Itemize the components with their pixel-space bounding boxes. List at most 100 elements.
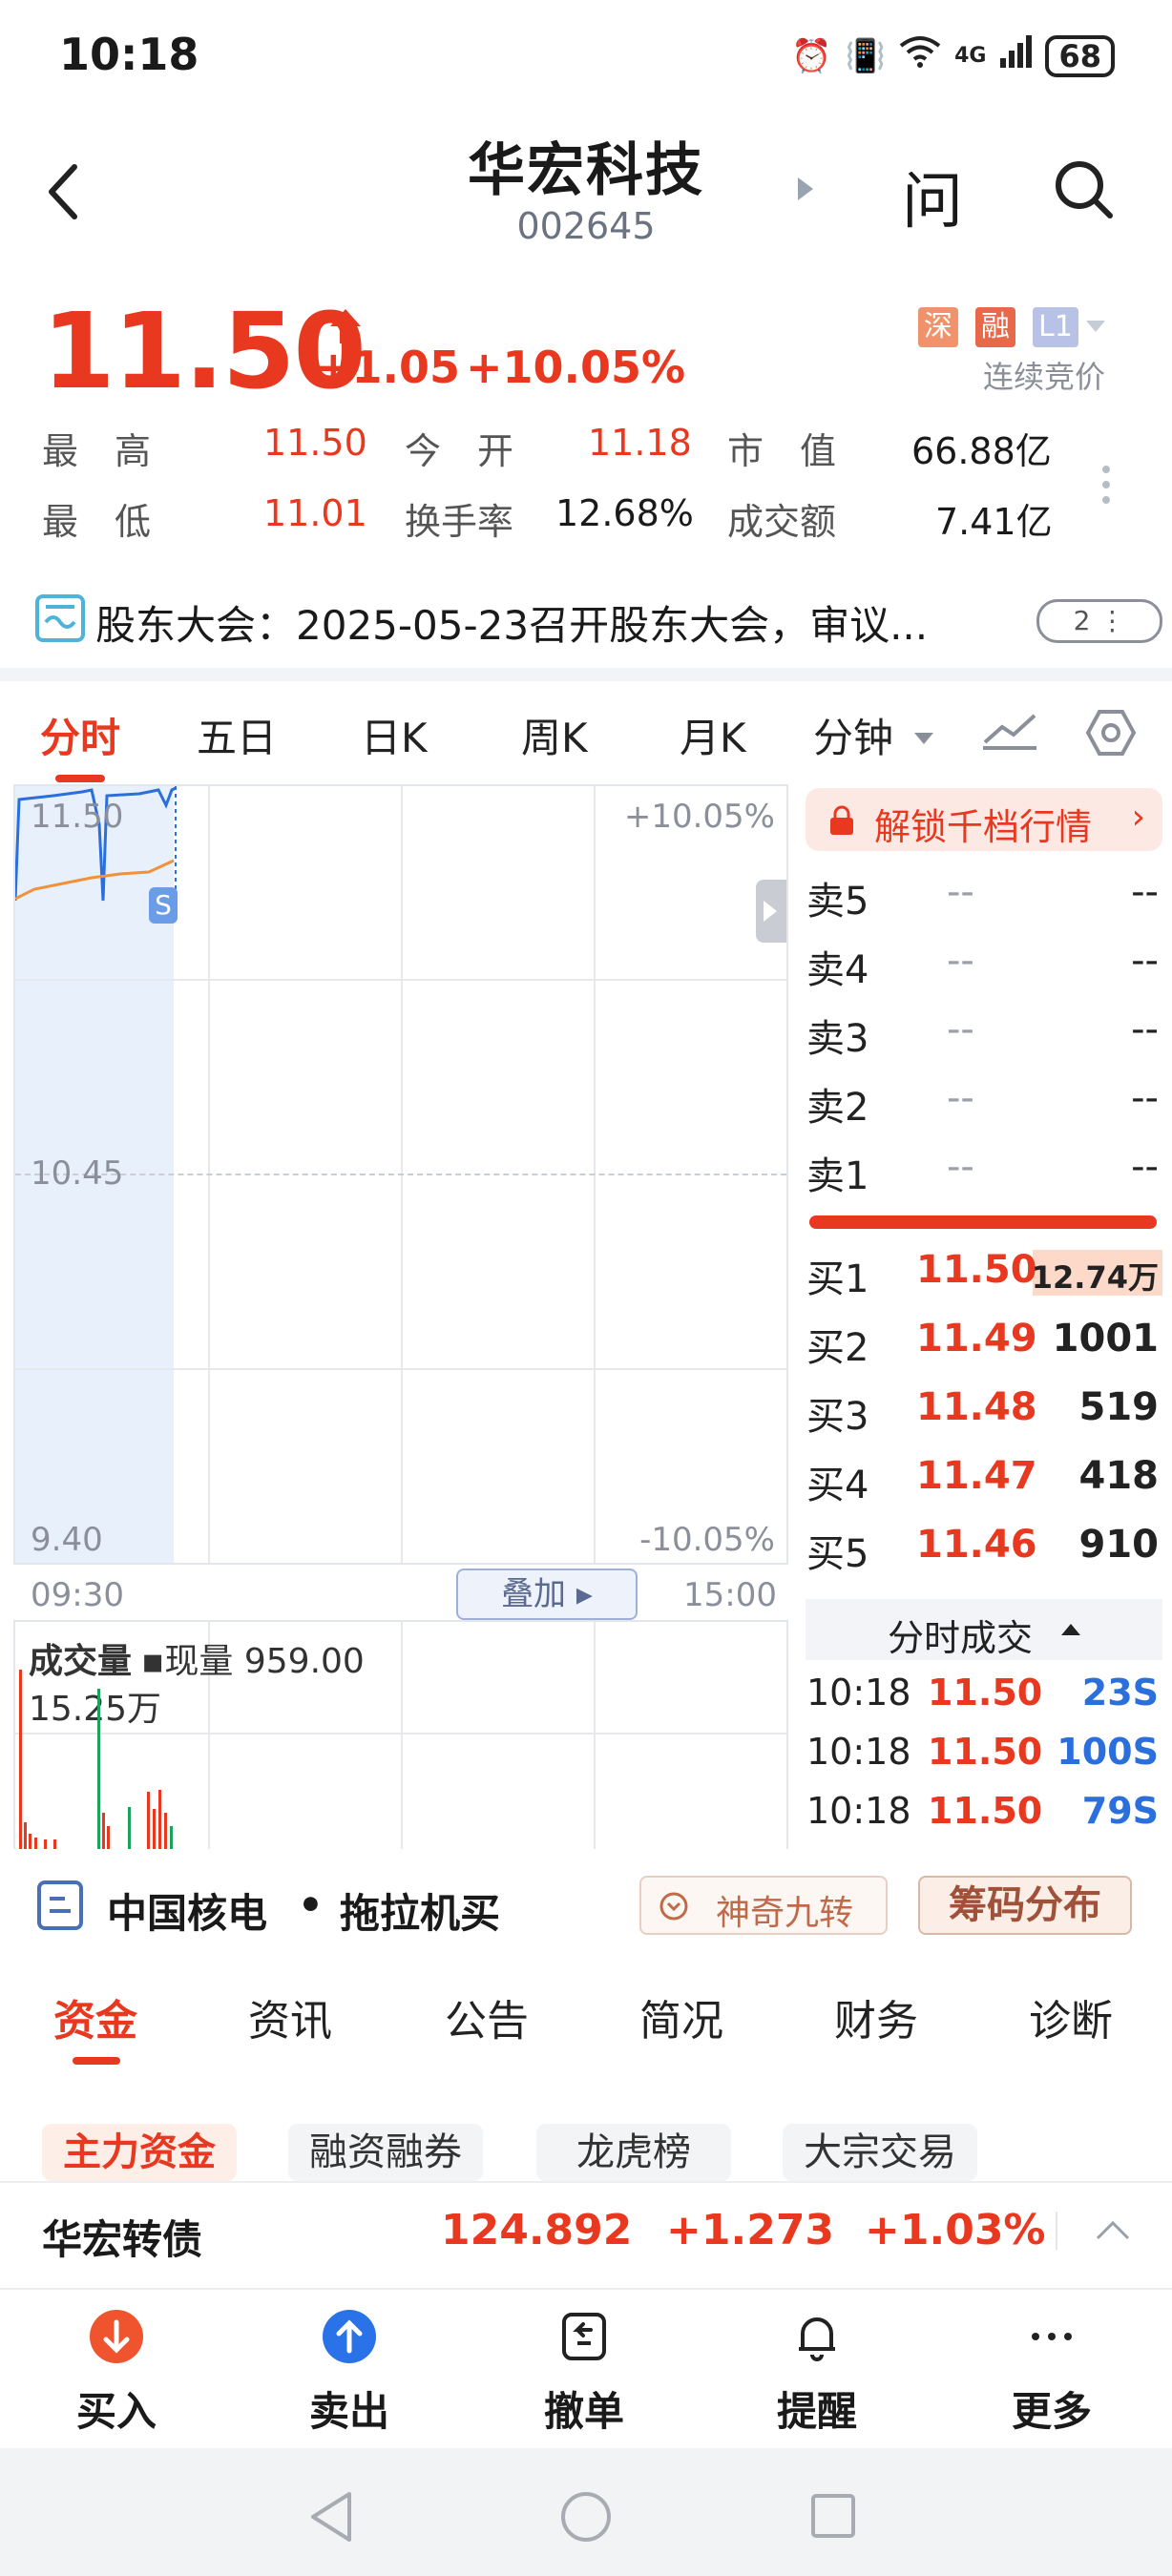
more-stats-icon[interactable] <box>1102 458 1112 511</box>
spread-bar <box>809 1215 1157 1229</box>
tab-news[interactable]: 资讯 <box>248 1986 332 2047</box>
current-volume-value: 现量 959.00 <box>164 1642 365 1681</box>
tab-weekly-k[interactable]: 周K <box>521 706 588 764</box>
expand-handle[interactable] <box>756 880 786 943</box>
ask-price: -- <box>947 1008 974 1051</box>
price-line-chart <box>15 786 177 902</box>
indicator-settings-icon[interactable] <box>981 710 1038 752</box>
sell-marker[interactable]: S <box>149 887 178 924</box>
open-value: 11.18 <box>588 422 692 464</box>
ask-label: 卖2 <box>806 1086 869 1130</box>
divider <box>0 2288 1172 2290</box>
ask-volume: -- <box>1131 939 1159 983</box>
buy-button[interactable]: 买入 <box>40 2309 193 2438</box>
turnover-label: 换手率 <box>405 501 514 543</box>
trade-price: 11.50 <box>928 1672 1043 1714</box>
bid-label: 买4 <box>806 1464 869 1507</box>
ask-label: 卖3 <box>806 1017 869 1061</box>
tab-five-day[interactable]: 五日 <box>197 706 277 764</box>
bid-price: 11.49 <box>916 1317 1037 1361</box>
bid-volume: 12.74万 <box>1031 1259 1159 1296</box>
level-badge[interactable]: L1 <box>1033 307 1078 347</box>
unlock-depth-banner[interactable]: 解锁千档行情 › <box>806 788 1162 851</box>
chip-block-trade[interactable]: 大宗交易 <box>783 2124 977 2181</box>
ask-button[interactable]: 问 <box>902 153 963 240</box>
bond-price: 124.892 <box>441 2206 633 2254</box>
nav-recents-icon[interactable] <box>809 2492 857 2540</box>
sell-button[interactable]: 卖出 <box>273 2309 426 2438</box>
ask-price: -- <box>947 1076 974 1120</box>
magic-nine-button[interactable]: 神奇九转 <box>639 1876 888 1935</box>
tab-minute[interactable]: 分钟 <box>813 706 893 764</box>
tab-finance[interactable]: 财务 <box>834 1986 918 2047</box>
nav-back-icon[interactable] <box>307 2490 355 2544</box>
tab-monthly-k[interactable]: 月K <box>680 706 746 764</box>
tab-daily-k[interactable]: 日K <box>361 706 428 764</box>
exchange-badge: 深 <box>918 307 958 347</box>
margin-badge: 融 <box>975 307 1015 347</box>
tab-diagnosis[interactable]: 诊断 <box>1029 1986 1113 2047</box>
alert-label: 提醒 <box>776 2388 857 2435</box>
chip-distribution-button[interactable]: 筹码分布 <box>918 1876 1132 1935</box>
ask-volume: -- <box>1131 1145 1159 1189</box>
sell-label: 卖出 <box>308 2388 389 2435</box>
overlay-button[interactable]: 叠加 ▸ <box>456 1568 638 1620</box>
settings-hexagon-icon[interactable] <box>1084 708 1138 758</box>
trade-volume: 23S <box>1081 1672 1159 1714</box>
chevron-up-icon[interactable] <box>1094 2219 1132 2242</box>
trade-time: 10:18 <box>806 1731 911 1773</box>
chip-main-fund[interactable]: 主力资金 <box>42 2124 237 2181</box>
high-label: 最 高 <box>42 430 152 472</box>
turnover-value: 12.68% <box>555 492 694 534</box>
status-bar: 10:18 ⏰ 📳 4G 68 <box>0 0 1172 114</box>
grid-line <box>594 1622 596 1849</box>
low-label: 最 低 <box>42 501 152 543</box>
trades-header[interactable]: 分时成交 <box>806 1599 1162 1660</box>
bid-label: 买1 <box>806 1257 869 1301</box>
up-arrow-icon <box>330 309 361 343</box>
trade-volume: 100S <box>1057 1731 1159 1773</box>
concept-b[interactable]: 拖拉机买 <box>340 1881 500 1940</box>
bell-icon <box>799 2317 835 2361</box>
alarm-icon: ⏰ <box>791 36 832 75</box>
tab-fund[interactable]: 资金 <box>53 1986 137 2047</box>
unlock-label: 解锁千档行情 <box>874 806 1093 848</box>
system-nav-bar <box>0 2448 1172 2576</box>
search-icon[interactable] <box>1053 158 1114 219</box>
tab-announcements[interactable]: 公告 <box>445 1986 529 2047</box>
price-axis-top: 11.50 <box>31 798 124 836</box>
bid-volume: 519 <box>1078 1385 1160 1429</box>
bid-volume: 1001 <box>1052 1317 1159 1361</box>
caret-up-icon <box>1061 1624 1080 1635</box>
trade-time: 10:18 <box>806 1672 911 1714</box>
open-label: 今 开 <box>405 430 514 472</box>
more-button[interactable]: 更多 <box>975 2309 1128 2438</box>
notice-text[interactable]: 股东大会：2025-05-23召开股东大会，审议... <box>95 593 928 652</box>
ask-volume: -- <box>1131 1076 1159 1120</box>
nav-home-icon[interactable] <box>559 2490 613 2544</box>
status-time: 10:18 <box>59 29 199 80</box>
notice-count-badge[interactable]: 2 ⋮ <box>1036 599 1162 643</box>
time-end: 15:00 <box>683 1576 777 1614</box>
next-stock-icon[interactable] <box>798 177 813 200</box>
minute-dropdown-icon[interactable] <box>914 733 933 744</box>
stock-code: 002645 <box>516 205 656 247</box>
buy-label: 买入 <box>75 2388 157 2435</box>
level-dropdown-icon[interactable] <box>1086 321 1105 332</box>
price-change: +1.05 <box>315 342 461 393</box>
bid-price: 11.48 <box>916 1385 1037 1429</box>
chip-dragon-tiger[interactable]: 龙虎榜 <box>536 2124 731 2181</box>
cancel-order-button[interactable]: 撤单 <box>508 2309 660 2438</box>
tab-profile[interactable]: 简况 <box>639 1986 723 2047</box>
alert-button[interactable]: 提醒 <box>741 2309 893 2438</box>
concept-a[interactable]: 中国核电 <box>107 1881 267 1940</box>
trade-price: 11.50 <box>928 1790 1043 1832</box>
bond-change: +1.273 <box>666 2206 835 2254</box>
vibrate-icon: 📳 <box>845 36 887 75</box>
bid-label: 买2 <box>806 1326 869 1370</box>
chip-margin[interactable]: 融资融券 <box>288 2124 483 2181</box>
wifi-icon <box>899 34 941 77</box>
mcap-label: 市 值 <box>727 430 837 472</box>
tab-intraday[interactable]: 分时 <box>40 706 120 764</box>
trade-time: 10:18 <box>806 1790 911 1832</box>
